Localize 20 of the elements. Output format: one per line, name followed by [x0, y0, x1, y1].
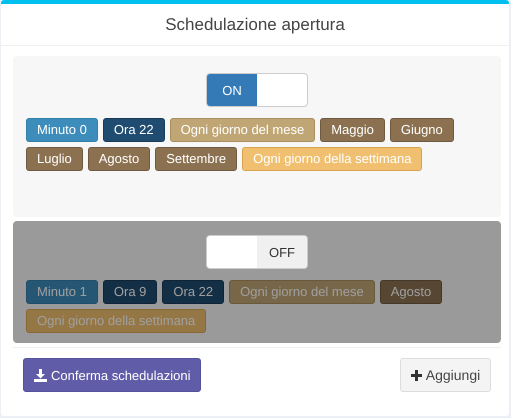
schedule-tag: Minuto 0: [26, 118, 98, 142]
schedule-tag: Luglio: [26, 147, 83, 171]
schedule-tag: Ogni giorno della settimana: [26, 309, 206, 333]
schedule-tag: Maggio: [320, 118, 385, 142]
schedule-tag: Ora 9: [102, 280, 158, 304]
schedule-tag: Agosto: [88, 147, 150, 171]
card-title: Schedulazione apertura: [165, 14, 345, 34]
schedule-tag: Minuto 1: [26, 280, 98, 304]
schedule-tag: Ogni giorno del mese: [170, 118, 316, 142]
on-off-switch[interactable]: ON: [206, 73, 308, 107]
schedule-tag: Settembre: [155, 147, 238, 171]
schedule-tag: Giugno: [390, 118, 454, 142]
add-button[interactable]: Aggiungi: [400, 358, 491, 392]
schedule-tag: Ora 22: [102, 118, 165, 142]
confirm-button[interactable]: Conferma schedulazioni: [23, 358, 202, 392]
schedule-tag: Ogni giorno della settimana: [242, 147, 422, 171]
on-off-switch[interactable]: OFF: [206, 235, 308, 269]
schedule-tag: Agosto: [380, 280, 442, 304]
schedule-tag: Ora 22: [162, 280, 224, 304]
schedule-tag: Ogni giorno del mese: [229, 280, 375, 304]
